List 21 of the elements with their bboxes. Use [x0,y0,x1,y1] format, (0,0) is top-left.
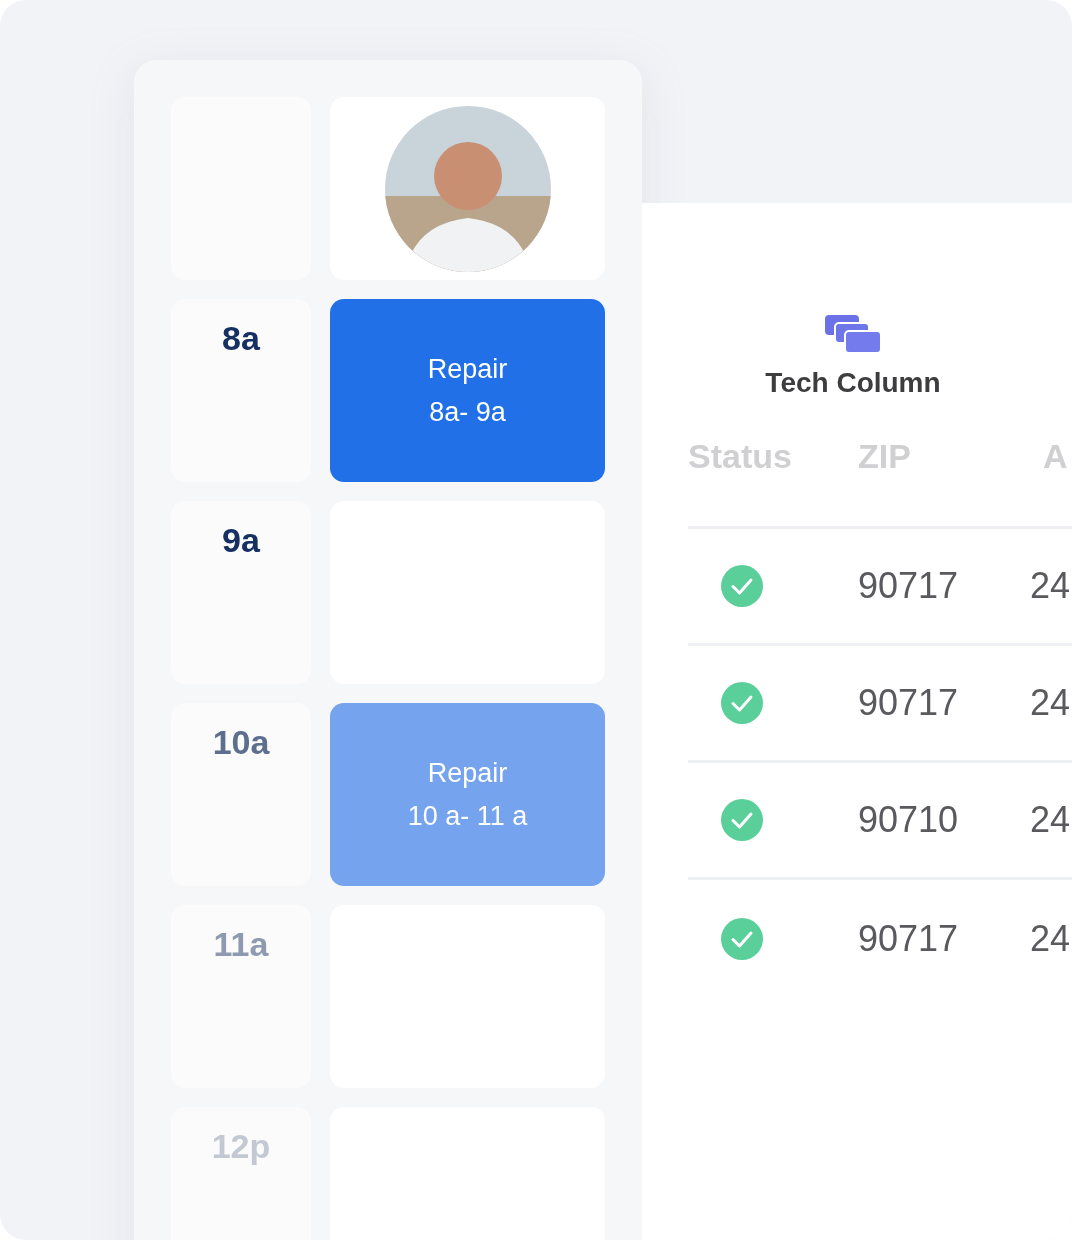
event-title: Repair [427,757,508,789]
time-label: 11a [171,905,311,1088]
table-cell: 24 [1030,799,1072,841]
stacked-cards-icon [825,315,881,353]
time-label: 9a [171,501,311,684]
event-time: 8a- 9a [429,396,506,428]
zip-cell-text: 90717 [858,565,960,607]
event-card[interactable]: Repair 8a- 9a [330,299,605,482]
time-label: 12p [171,1107,311,1240]
zip-cell-text: 90717 [858,917,960,960]
event-title: Repair [427,353,508,385]
time-label: 8a [171,299,311,482]
zip-cell-text: 90710 [858,799,960,841]
table-cell: 24 [1030,917,1072,960]
zip-cell-text: 90717 [858,682,960,724]
event-time: 10 a- 11 a [407,800,528,832]
column-title: Tech Column [765,367,941,399]
event-card[interactable]: Repair 10 a- 11 a [330,703,605,886]
table-cell: 24 [1030,565,1072,607]
time-label: 10a [171,703,311,886]
table-cell: 24 [1030,682,1072,724]
